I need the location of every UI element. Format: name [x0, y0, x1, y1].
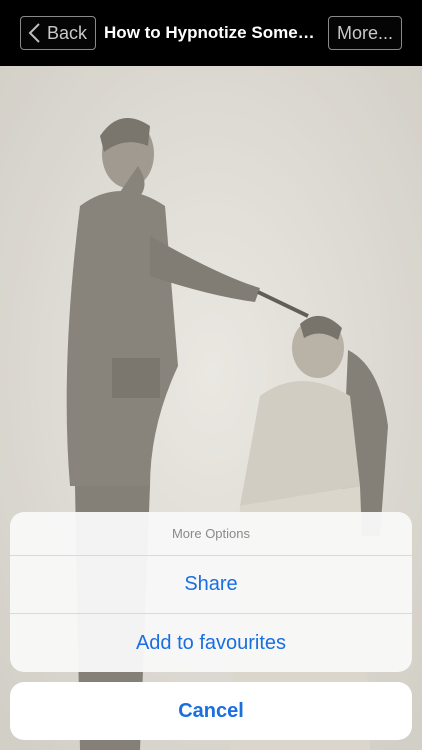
cancel-button[interactable]: Cancel: [10, 682, 412, 740]
chevron-left-icon: [27, 22, 41, 44]
navigation-bar: Back How to Hypnotize Someo... More...: [0, 0, 422, 66]
back-button[interactable]: Back: [20, 16, 97, 50]
action-sheet: More Options Share Add to favourites: [10, 512, 412, 672]
action-sheet-title: More Options: [10, 512, 412, 556]
add-to-favourites-button[interactable]: Add to favourites: [10, 614, 412, 672]
share-button[interactable]: Share: [10, 556, 412, 614]
page-title: How to Hypnotize Someo...: [104, 23, 323, 42]
back-button-label: Back: [47, 22, 88, 43]
more-button[interactable]: More...: [327, 16, 402, 50]
